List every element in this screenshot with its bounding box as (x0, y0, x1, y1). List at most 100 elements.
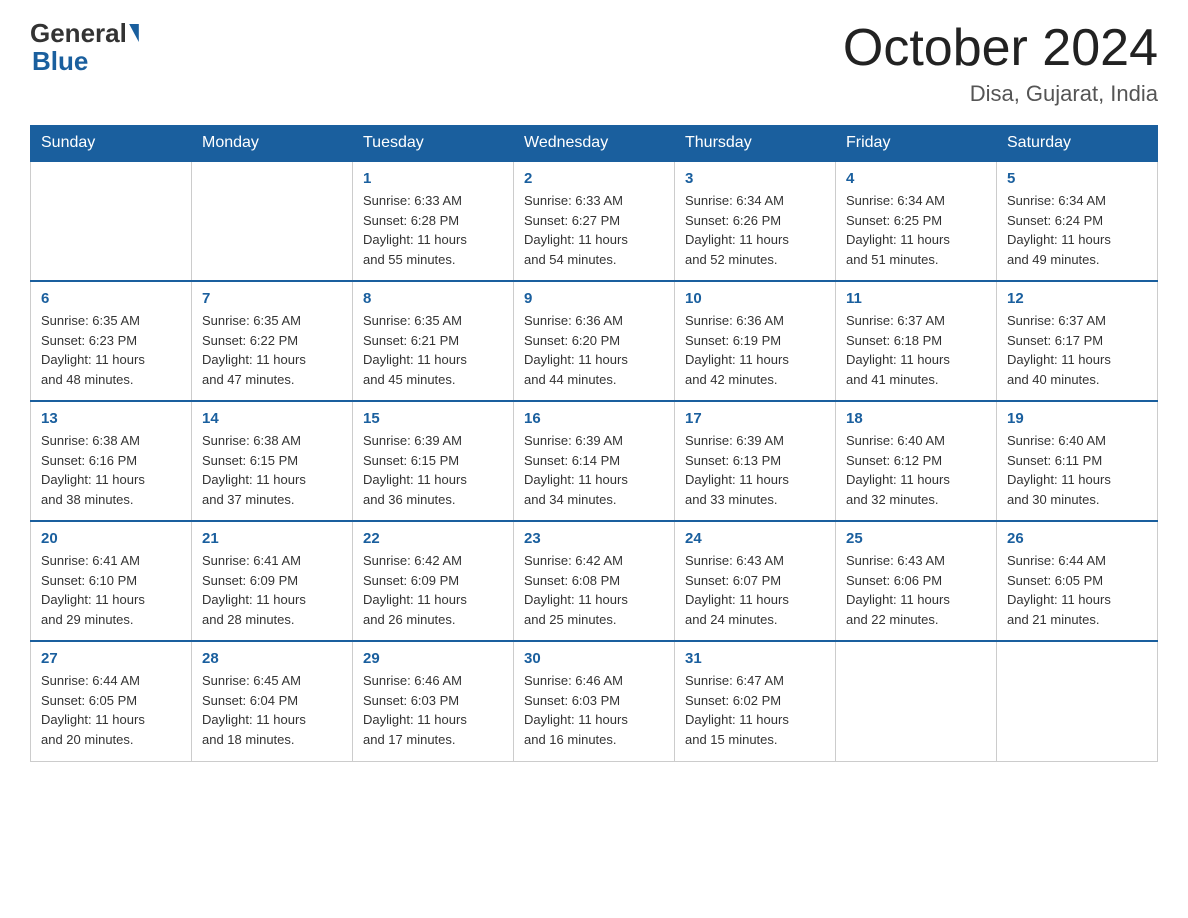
day-info: Sunrise: 6:33 AMSunset: 6:28 PMDaylight:… (363, 193, 467, 267)
logo-general-text: General (30, 20, 127, 46)
day-info: Sunrise: 6:38 AMSunset: 6:16 PMDaylight:… (41, 433, 145, 507)
day-number: 29 (363, 650, 503, 667)
calendar-cell: 5 Sunrise: 6:34 AMSunset: 6:24 PMDaylight… (997, 161, 1158, 281)
page-header: General Blue October 2024 Disa, Gujarat,… (30, 20, 1158, 107)
day-number: 7 (202, 290, 342, 307)
logo: General (30, 20, 141, 46)
day-info: Sunrise: 6:36 AMSunset: 6:19 PMDaylight:… (685, 313, 789, 387)
calendar-cell: 30 Sunrise: 6:46 AMSunset: 6:03 PMDayligh… (514, 641, 675, 761)
calendar-cell (997, 641, 1158, 761)
calendar-cell: 25 Sunrise: 6:43 AMSunset: 6:06 PMDayligh… (836, 521, 997, 641)
day-number: 28 (202, 650, 342, 667)
calendar-cell: 13 Sunrise: 6:38 AMSunset: 6:16 PMDayligh… (31, 401, 192, 521)
day-number: 5 (1007, 170, 1147, 187)
title-area: October 2024 Disa, Gujarat, India (843, 20, 1158, 107)
day-number: 14 (202, 410, 342, 427)
day-info: Sunrise: 6:39 AMSunset: 6:14 PMDaylight:… (524, 433, 628, 507)
weekday-header-wednesday: Wednesday (514, 126, 675, 162)
day-info: Sunrise: 6:39 AMSunset: 6:13 PMDaylight:… (685, 433, 789, 507)
day-info: Sunrise: 6:42 AMSunset: 6:09 PMDaylight:… (363, 553, 467, 627)
day-info: Sunrise: 6:42 AMSunset: 6:08 PMDaylight:… (524, 553, 628, 627)
calendar-cell: 18Sunrise: 6:40 AMSunset: 6:12 PMDayligh… (836, 401, 997, 521)
day-number: 27 (41, 650, 181, 667)
day-info: Sunrise: 6:46 AMSunset: 6:03 PMDaylight:… (524, 673, 628, 747)
day-number: 15 (363, 410, 503, 427)
calendar-cell: 3 Sunrise: 6:34 AMSunset: 6:26 PMDaylight… (675, 161, 836, 281)
calendar-cell (31, 161, 192, 281)
day-number: 17 (685, 410, 825, 427)
day-number: 16 (524, 410, 664, 427)
day-info: Sunrise: 6:37 AMSunset: 6:18 PMDaylight:… (846, 313, 950, 387)
day-info: Sunrise: 6:33 AMSunset: 6:27 PMDaylight:… (524, 193, 628, 267)
day-number: 9 (524, 290, 664, 307)
day-info: Sunrise: 6:40 AMSunset: 6:12 PMDaylight:… (846, 433, 950, 507)
day-number: 12 (1007, 290, 1147, 307)
calendar-cell: 24 Sunrise: 6:43 AMSunset: 6:07 PMDayligh… (675, 521, 836, 641)
day-number: 25 (846, 530, 986, 547)
calendar-week-5: 27Sunrise: 6:44 AMSunset: 6:05 PMDayligh… (31, 641, 1158, 761)
day-info: Sunrise: 6:34 AMSunset: 6:24 PMDaylight:… (1007, 193, 1111, 267)
day-info: Sunrise: 6:35 AMSunset: 6:22 PMDaylight:… (202, 313, 306, 387)
day-info: Sunrise: 6:34 AMSunset: 6:26 PMDaylight:… (685, 193, 789, 267)
weekday-header-row: SundayMondayTuesdayWednesdayThursdayFrid… (31, 126, 1158, 162)
day-info: Sunrise: 6:36 AMSunset: 6:20 PMDaylight:… (524, 313, 628, 387)
day-info: Sunrise: 6:43 AMSunset: 6:07 PMDaylight:… (685, 553, 789, 627)
day-info: Sunrise: 6:40 AMSunset: 6:11 PMDaylight:… (1007, 433, 1111, 507)
calendar-cell: 21 Sunrise: 6:41 AMSunset: 6:09 PMDayligh… (192, 521, 353, 641)
calendar-cell: 9 Sunrise: 6:36 AMSunset: 6:20 PMDaylight… (514, 281, 675, 401)
day-info: Sunrise: 6:41 AMSunset: 6:09 PMDaylight:… (202, 553, 306, 627)
calendar-cell: 29 Sunrise: 6:46 AMSunset: 6:03 PMDayligh… (353, 641, 514, 761)
day-number: 19 (1007, 410, 1147, 427)
day-number: 21 (202, 530, 342, 547)
day-number: 24 (685, 530, 825, 547)
day-number: 31 (685, 650, 825, 667)
calendar-week-1: 1 Sunrise: 6:33 AMSunset: 6:28 PMDaylight… (31, 161, 1158, 281)
logo-triangle-icon (129, 24, 139, 42)
calendar-cell: 20 Sunrise: 6:41 AMSunset: 6:10 PMDayligh… (31, 521, 192, 641)
calendar-cell: 4 Sunrise: 6:34 AMSunset: 6:25 PMDaylight… (836, 161, 997, 281)
weekday-header-thursday: Thursday (675, 126, 836, 162)
day-number: 11 (846, 290, 986, 307)
day-info: Sunrise: 6:35 AMSunset: 6:21 PMDaylight:… (363, 313, 467, 387)
calendar-cell (192, 161, 353, 281)
calendar-week-2: 6Sunrise: 6:35 AMSunset: 6:23 PMDaylight… (31, 281, 1158, 401)
calendar-cell: 11 Sunrise: 6:37 AMSunset: 6:18 PMDayligh… (836, 281, 997, 401)
calendar-cell: 22 Sunrise: 6:42 AMSunset: 6:09 PMDayligh… (353, 521, 514, 641)
day-info: Sunrise: 6:43 AMSunset: 6:06 PMDaylight:… (846, 553, 950, 627)
day-info: Sunrise: 6:34 AMSunset: 6:25 PMDaylight:… (846, 193, 950, 267)
calendar-cell: 10Sunrise: 6:36 AMSunset: 6:19 PMDayligh… (675, 281, 836, 401)
day-number: 26 (1007, 530, 1147, 547)
day-number: 30 (524, 650, 664, 667)
location-label: Disa, Gujarat, India (843, 81, 1158, 107)
day-info: Sunrise: 6:41 AMSunset: 6:10 PMDaylight:… (41, 553, 145, 627)
day-info: Sunrise: 6:39 AMSunset: 6:15 PMDaylight:… (363, 433, 467, 507)
calendar-cell: 19 Sunrise: 6:40 AMSunset: 6:11 PMDayligh… (997, 401, 1158, 521)
day-info: Sunrise: 6:37 AMSunset: 6:17 PMDaylight:… (1007, 313, 1111, 387)
calendar-cell: 6Sunrise: 6:35 AMSunset: 6:23 PMDaylight… (31, 281, 192, 401)
calendar-cell: 8Sunrise: 6:35 AMSunset: 6:21 PMDaylight… (353, 281, 514, 401)
logo-area: General Blue (30, 20, 141, 77)
day-number: 22 (363, 530, 503, 547)
day-number: 20 (41, 530, 181, 547)
day-info: Sunrise: 6:38 AMSunset: 6:15 PMDaylight:… (202, 433, 306, 507)
day-number: 1 (363, 170, 503, 187)
day-info: Sunrise: 6:46 AMSunset: 6:03 PMDaylight:… (363, 673, 467, 747)
calendar-cell: 31Sunrise: 6:47 AMSunset: 6:02 PMDayligh… (675, 641, 836, 761)
weekday-header-saturday: Saturday (997, 126, 1158, 162)
calendar-cell: 28 Sunrise: 6:45 AMSunset: 6:04 PMDayligh… (192, 641, 353, 761)
calendar-cell: 15 Sunrise: 6:39 AMSunset: 6:15 PMDayligh… (353, 401, 514, 521)
day-number: 3 (685, 170, 825, 187)
calendar-cell: 16 Sunrise: 6:39 AMSunset: 6:14 PMDayligh… (514, 401, 675, 521)
month-title: October 2024 (843, 20, 1158, 77)
day-number: 4 (846, 170, 986, 187)
calendar-week-3: 13 Sunrise: 6:38 AMSunset: 6:16 PMDayligh… (31, 401, 1158, 521)
calendar-cell: 12 Sunrise: 6:37 AMSunset: 6:17 PMDayligh… (997, 281, 1158, 401)
calendar-cell: 14 Sunrise: 6:38 AMSunset: 6:15 PMDayligh… (192, 401, 353, 521)
day-number: 23 (524, 530, 664, 547)
calendar-table: SundayMondayTuesdayWednesdayThursdayFrid… (30, 125, 1158, 762)
weekday-header-monday: Monday (192, 126, 353, 162)
day-info: Sunrise: 6:45 AMSunset: 6:04 PMDaylight:… (202, 673, 306, 747)
day-number: 6 (41, 290, 181, 307)
day-number: 13 (41, 410, 181, 427)
calendar-cell: 2Sunrise: 6:33 AMSunset: 6:27 PMDaylight… (514, 161, 675, 281)
